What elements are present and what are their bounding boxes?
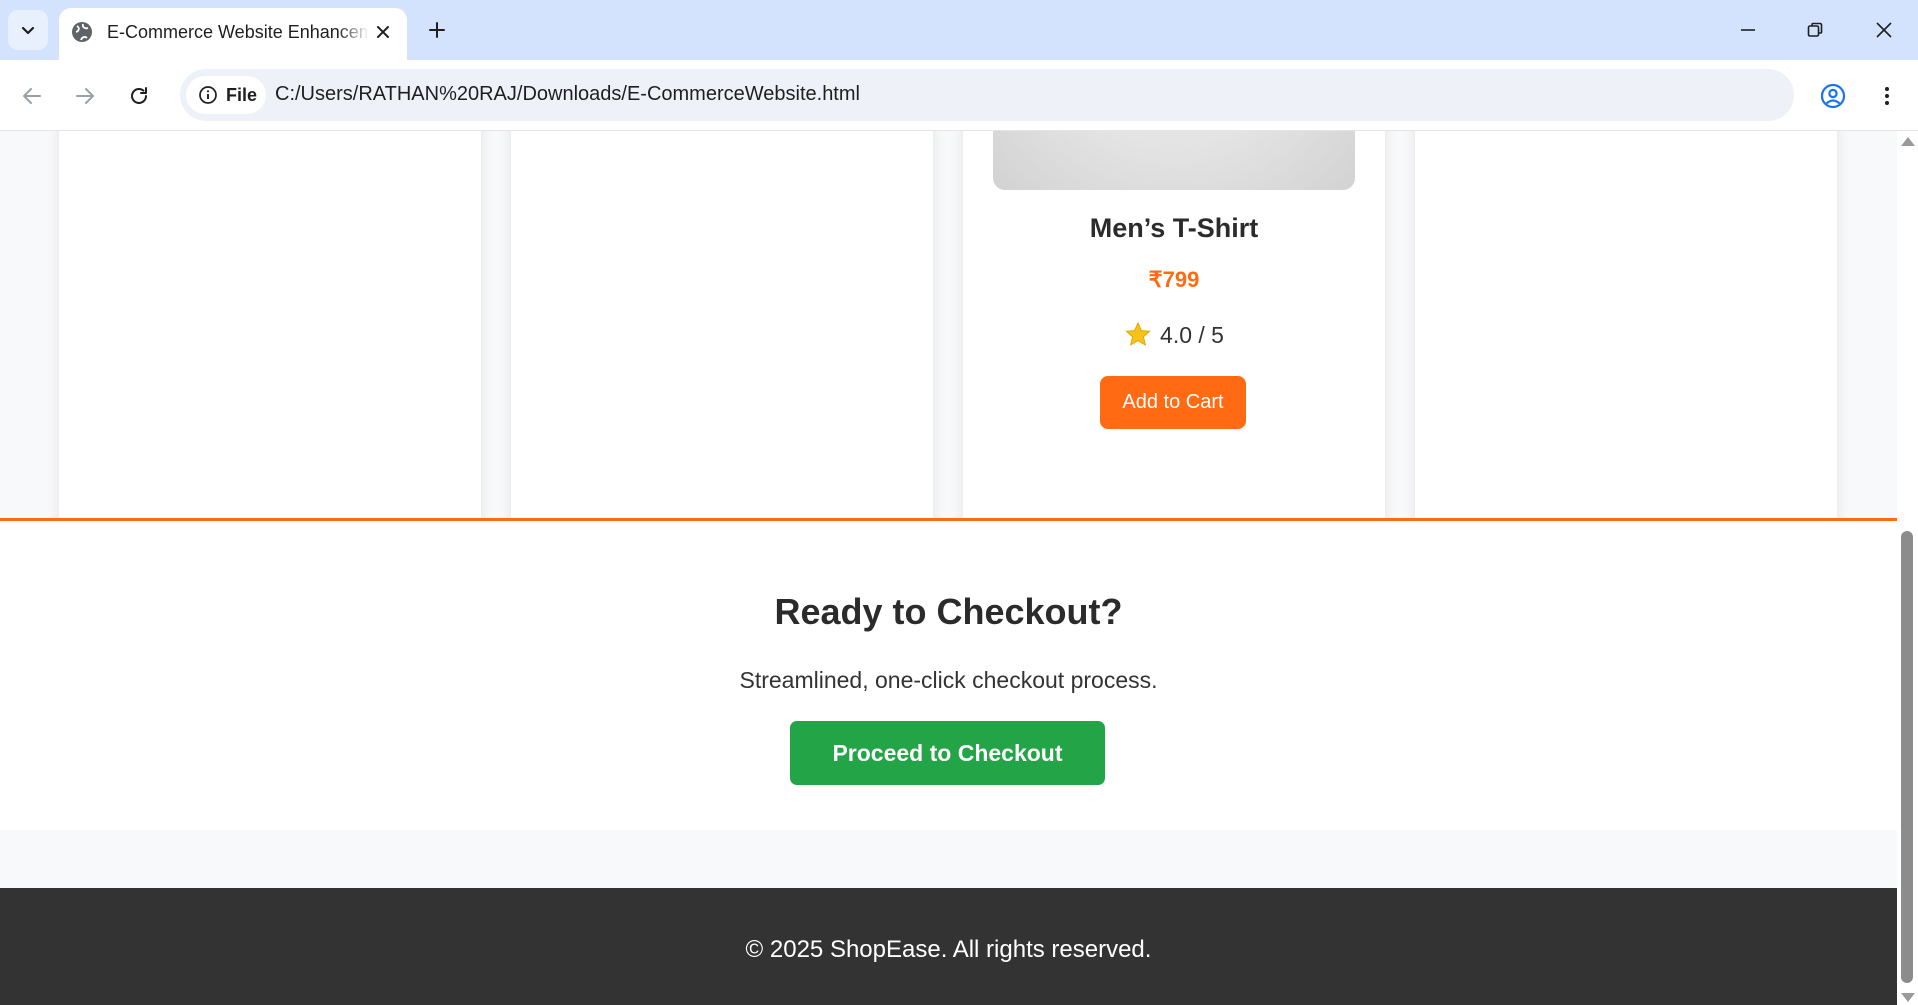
globe-icon [72, 22, 92, 42]
page-scrollbar[interactable] [1897, 131, 1918, 1005]
proceed-to-checkout-button[interactable]: Proceed to Checkout [790, 721, 1105, 785]
new-tab-button[interactable] [420, 17, 454, 43]
site-info-chip[interactable]: File [186, 76, 266, 114]
forward-arrow-icon [76, 88, 94, 104]
rating-text: 4.0 / 5 [1160, 321, 1224, 348]
info-icon [199, 86, 217, 104]
scroll-down-arrow-icon[interactable] [1901, 993, 1915, 1002]
back-arrow-icon [23, 88, 41, 104]
plus-icon [429, 22, 445, 38]
tab-search-button[interactable] [8, 10, 48, 50]
minimize-button[interactable] [1718, 12, 1778, 48]
product-name: Men’s T-Shirt [1089, 213, 1259, 243]
product-rating: 4.0 / 5 [963, 321, 1385, 349]
checkout-section: Ready to Checkout? Streamlined, one-clic… [0, 518, 1897, 830]
profile-icon [1820, 83, 1846, 109]
product-image [993, 131, 1355, 190]
close-icon [377, 26, 389, 38]
minimize-icon [1741, 29, 1755, 31]
reload-icon [131, 87, 147, 104]
browser-tab-active[interactable]: E-Commerce Website Enhancements [59, 8, 407, 60]
site-chip-label: File [226, 84, 258, 105]
tab-bar: E-Commerce Website Enhancements [0, 0, 1918, 60]
scroll-up-arrow-icon[interactable] [1901, 137, 1915, 146]
window-close-icon [1876, 22, 1892, 38]
address-bar[interactable]: File C:/Users/RATHAN%20RAJ/Downloads/E-C… [180, 69, 1794, 121]
product-price: ₹799 [1148, 267, 1200, 292]
browser-menu-button[interactable] [1870, 79, 1904, 113]
tab-list-chevron-icon [21, 26, 35, 35]
reload-button[interactable] [122, 79, 156, 113]
add-to-cart-button[interactable]: Add to Cart [1100, 376, 1246, 429]
forward-button[interactable] [68, 79, 102, 113]
tab-close-button[interactable] [371, 20, 395, 44]
profile-button[interactable] [1816, 79, 1850, 113]
page-viewport: Men’s T-Shirt ₹799 4.0 / 5 Add to Cart R… [0, 131, 1897, 1005]
url-text[interactable]: C:/Users/RATHAN%20RAJ/Downloads/E-Commer… [275, 83, 860, 106]
restore-icon [1807, 22, 1823, 37]
footer-copyright: © 2025 ShopEase. All rights reserved. [745, 936, 1152, 963]
close-window-button[interactable] [1854, 12, 1914, 48]
tab-title: E-Commerce Website Enhancements [107, 22, 369, 42]
checkout-subtitle: Streamlined, one-click checkout process. [739, 667, 1158, 693]
footer: © 2025 ShopEase. All rights reserved. [0, 888, 1897, 1005]
back-button[interactable] [15, 79, 49, 113]
browser-toolbar: File C:/Users/RATHAN%20RAJ/Downloads/E-C… [0, 60, 1918, 131]
scrollbar-thumb[interactable] [1901, 531, 1913, 983]
checkout-title: Ready to Checkout? [774, 591, 1123, 632]
more-vert-icon [1885, 87, 1889, 105]
restore-button[interactable] [1785, 12, 1845, 48]
star-icon [1125, 321, 1151, 346]
